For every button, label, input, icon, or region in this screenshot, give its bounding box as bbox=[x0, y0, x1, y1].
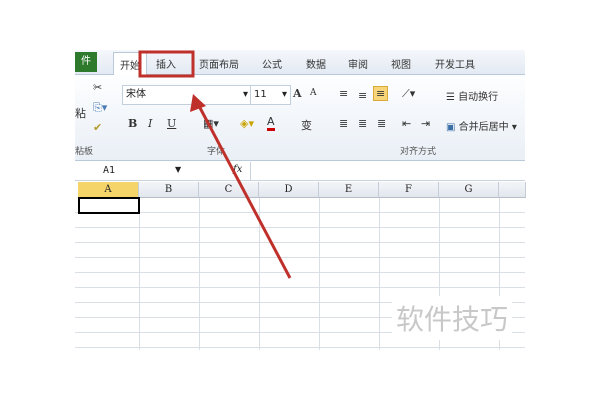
annotation-overlay bbox=[138, 50, 292, 279]
arrow-head bbox=[190, 94, 206, 112]
arrow-line bbox=[196, 103, 292, 279]
highlight-box bbox=[138, 50, 195, 78]
